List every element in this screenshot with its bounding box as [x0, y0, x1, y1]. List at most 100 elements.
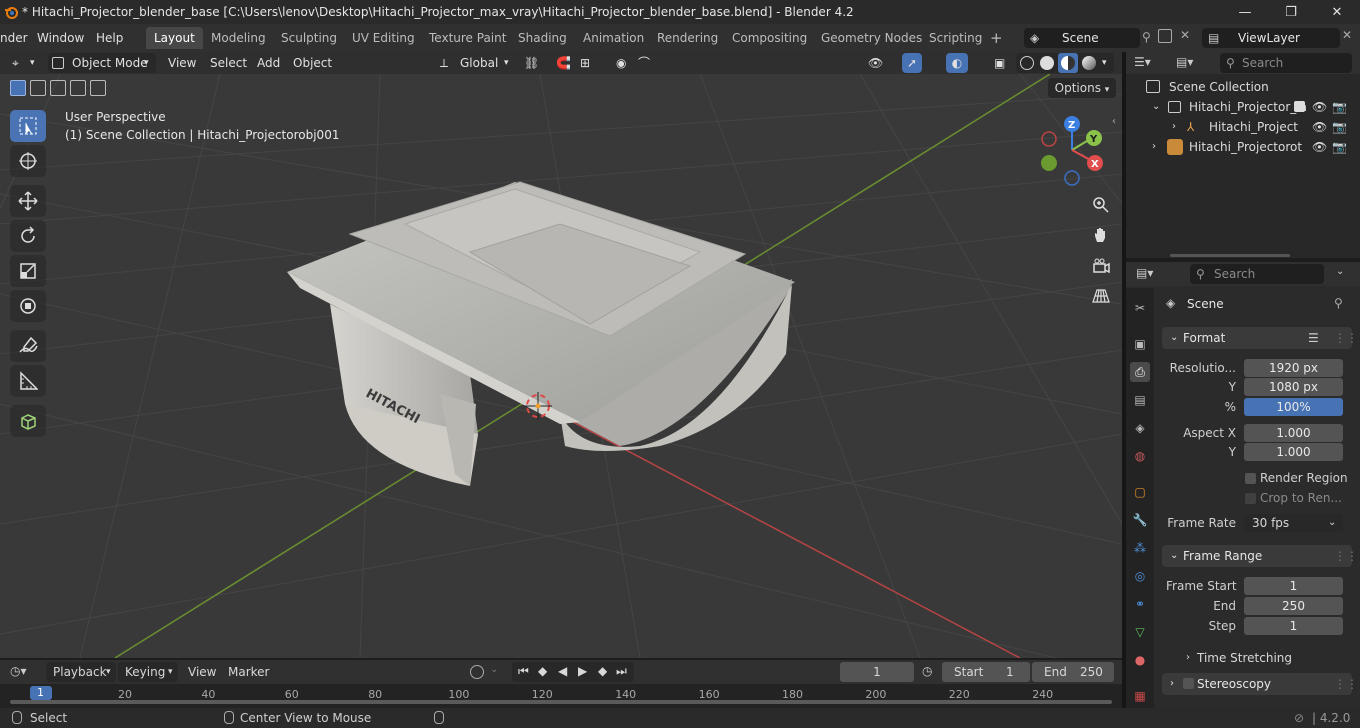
- timer-icon[interactable]: ◷: [922, 664, 932, 678]
- delete-view-layer-icon[interactable]: ✕: [1342, 28, 1352, 42]
- proportional-edit-icon[interactable]: ◉: [616, 53, 634, 73]
- pan-button[interactable]: [1088, 222, 1114, 248]
- tab-modeling[interactable]: Modeling: [203, 27, 274, 49]
- tab-compositing[interactable]: Compositing: [724, 27, 815, 49]
- solid-shading-icon[interactable]: [1040, 56, 1054, 70]
- format-panel-header[interactable]: ⌄ Format ☰ ⋮⋮: [1162, 327, 1358, 349]
- particles-tab-icon[interactable]: ⁂: [1130, 538, 1150, 558]
- timeline-scrollbar[interactable]: [10, 700, 1112, 704]
- select-intersect-icon[interactable]: [90, 80, 106, 96]
- select-new-icon[interactable]: [10, 80, 26, 96]
- autokey-icon[interactable]: [470, 665, 484, 679]
- outliner-scrollbar[interactable]: [1170, 254, 1290, 257]
- physics-tab-icon[interactable]: ◎: [1130, 566, 1150, 586]
- tab-shading[interactable]: Shading: [510, 27, 575, 49]
- outliner-editor-icon[interactable]: ☰▾: [1134, 55, 1151, 69]
- overlay-toggle-icon[interactable]: ◐: [946, 53, 968, 73]
- eye-icon[interactable]: 👁: [1312, 117, 1327, 137]
- constraints-tab-icon[interactable]: ⚭: [1130, 594, 1150, 614]
- snap-target-icon[interactable]: ⊞: [580, 53, 604, 73]
- menu-add[interactable]: Add: [257, 53, 280, 73]
- aspect-y-field[interactable]: 1.000: [1244, 443, 1343, 461]
- select-subtract-icon[interactable]: [50, 80, 66, 96]
- chevron-down-icon[interactable]: ⌄: [1152, 97, 1160, 117]
- outliner-row-mesh[interactable]: › Hitachi_Projectorot 👁 📷: [1126, 137, 1360, 157]
- clock-icon[interactable]: ◷▾: [10, 664, 27, 678]
- maximize-button[interactable]: ❐: [1268, 0, 1314, 24]
- pin-icon[interactable]: ⚲: [1334, 296, 1343, 310]
- menu-object[interactable]: Object: [293, 53, 332, 73]
- chevron-down-icon[interactable]: ⌄: [1336, 266, 1344, 277]
- outliner-search[interactable]: ⚲ Search: [1220, 53, 1352, 73]
- time-stretching-subpanel[interactable]: › Time Stretching: [1182, 648, 1342, 668]
- orientation-selector[interactable]: ⟂ Global ▾: [438, 53, 514, 73]
- falloff-icon[interactable]: ⌒: [638, 53, 662, 73]
- timeline-marker-menu[interactable]: Marker: [228, 665, 269, 679]
- eye-icon[interactable]: 👁: [1312, 97, 1327, 117]
- snap-icon[interactable]: 🧲: [556, 53, 576, 73]
- material-shading-icon[interactable]: [1058, 53, 1078, 73]
- prev-keyframe-icon[interactable]: ◆: [538, 664, 547, 678]
- frame-start-field[interactable]: 1: [1244, 577, 1343, 595]
- rendered-shading-icon[interactable]: [1082, 56, 1096, 70]
- keying-menu[interactable]: Keying ▾: [118, 662, 178, 682]
- sidebar-toggle-icon[interactable]: ‹: [1112, 116, 1116, 127]
- outliner-row-scene-collection[interactable]: Scene Collection: [1126, 77, 1360, 97]
- texture-tab-icon[interactable]: ▦: [1130, 686, 1150, 706]
- menu-select[interactable]: Select: [210, 53, 247, 73]
- add-workspace-icon[interactable]: +: [990, 29, 1003, 47]
- chevron-right-icon[interactable]: ›: [1172, 117, 1176, 137]
- gizmo-toggle-icon[interactable]: ➚: [902, 53, 922, 73]
- view-layer-selector[interactable]: ▤ ViewLayer: [1202, 28, 1340, 48]
- timeline-area[interactable]: 1 20 40 60 80 100 120 140 160 180 200 220 240: [0, 684, 1122, 708]
- stereoscopy-panel-header[interactable]: › Stereoscopy ⋮⋮: [1162, 673, 1358, 695]
- view-layer-tab-icon[interactable]: ▤: [1130, 390, 1150, 410]
- add-cube-tool[interactable]: [10, 405, 46, 437]
- material-tab-icon[interactable]: ●: [1130, 650, 1150, 670]
- exclude-checkbox[interactable]: [1294, 101, 1305, 112]
- camera-icon[interactable]: 📷: [1332, 137, 1347, 157]
- aspect-x-field[interactable]: 1.000: [1244, 424, 1343, 442]
- properties-search[interactable]: ⚲ Search: [1190, 264, 1324, 284]
- menu-help[interactable]: Help: [96, 29, 123, 47]
- tab-sculpting[interactable]: Sculpting: [273, 27, 345, 49]
- start-frame-field[interactable]: Start 1: [942, 662, 1030, 682]
- object-tab-icon[interactable]: ▢: [1130, 482, 1150, 502]
- timeline-view-menu[interactable]: View: [188, 665, 216, 679]
- current-frame-field[interactable]: 1: [840, 662, 914, 682]
- playback-menu[interactable]: Playback ▾: [46, 662, 116, 682]
- play-icon[interactable]: ▶: [578, 664, 587, 678]
- keying-set-icon[interactable]: ⌄: [490, 664, 498, 675]
- drag-handle-icon[interactable]: ⋮⋮: [1334, 673, 1358, 695]
- annotate-tool[interactable]: [10, 330, 46, 362]
- 3d-viewport[interactable]: HITACHI Z Y X User Perspective (1) Scene…: [0, 74, 1122, 658]
- pivot-icon[interactable]: ⛓: [524, 53, 550, 73]
- minimize-button[interactable]: —: [1222, 0, 1268, 24]
- world-tab-icon[interactable]: ◍: [1130, 446, 1150, 466]
- new-scene-icon[interactable]: [1158, 29, 1172, 43]
- tab-rendering[interactable]: Rendering: [649, 27, 726, 49]
- tab-uv-editing[interactable]: UV Editing: [344, 27, 423, 49]
- xray-icon[interactable]: ▣: [994, 53, 1012, 73]
- camera-icon[interactable]: 📷: [1332, 117, 1347, 137]
- close-button[interactable]: ✕: [1314, 0, 1360, 24]
- frame-end-field[interactable]: 250: [1244, 597, 1343, 615]
- jump-start-icon[interactable]: ⏮: [518, 664, 529, 679]
- scale-tool[interactable]: [10, 255, 46, 287]
- pin-icon[interactable]: ⚲: [1142, 30, 1151, 44]
- stereoscopy-checkbox[interactable]: [1183, 678, 1194, 689]
- wireframe-shading-icon[interactable]: [1020, 56, 1034, 70]
- frame-step-field[interactable]: 1: [1244, 617, 1343, 635]
- tab-layout[interactable]: Layout: [146, 27, 203, 49]
- area-divider[interactable]: [1122, 52, 1126, 708]
- menu-file[interactable]: nder: [0, 29, 28, 47]
- drag-handle-icon[interactable]: ⋮⋮: [1334, 327, 1358, 349]
- end-frame-field[interactable]: End 250: [1032, 662, 1114, 682]
- frame-range-panel-header[interactable]: ⌄ Frame Range ⋮⋮: [1162, 545, 1358, 567]
- camera-icon[interactable]: 📷: [1332, 97, 1347, 117]
- menu-view[interactable]: View: [168, 53, 196, 73]
- options-dropdown[interactable]: Options ▾: [1048, 78, 1116, 98]
- output-tab-icon[interactable]: ⎙: [1130, 362, 1150, 382]
- zoom-button[interactable]: [1088, 192, 1114, 218]
- outliner-row-collection[interactable]: ⌄ Hitachi_Projector_la 👁 📷: [1126, 97, 1360, 117]
